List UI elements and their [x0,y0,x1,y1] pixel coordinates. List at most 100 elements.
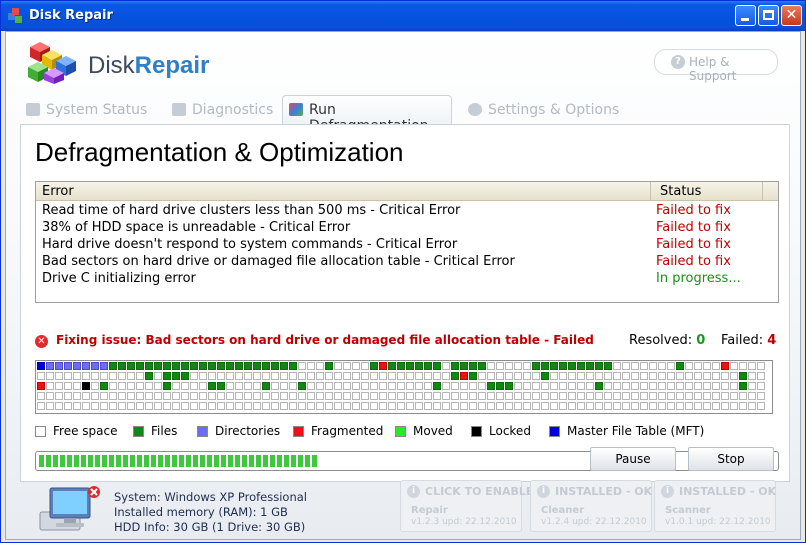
cluster-cell [271,372,279,380]
column-header-error[interactable]: Error [42,184,74,199]
cluster-cell [748,372,756,380]
tab-diagnostics[interactable]: Diagnostics [166,96,276,124]
cluster-cell [460,382,468,390]
error-table: Error Status Read time of hard drive clu… [35,181,779,303]
cluster-cell [379,392,387,400]
pause-button[interactable]: Pause [590,447,676,471]
cluster-cell [244,362,252,370]
table-row[interactable]: Hard drive doesn't respond to system com… [42,237,772,254]
cluster-cell [217,382,225,390]
brand-name: DiskRepair [88,52,209,80]
cluster-cell [559,362,567,370]
table-row[interactable]: 38% of HDD space is unreadable - Critica… [42,220,772,237]
module-repair[interactable]: i CLICK TO ENABLE Repair v1.2.3 upd: 22.1… [400,480,533,532]
cluster-cell [568,372,576,380]
fixing-status-line: ✕ Fixing issue: Bad sectors on hard driv… [35,333,779,351]
cluster-cell [334,402,342,410]
cluster-cell [532,372,540,380]
cluster-cell [271,402,279,410]
cluster-cell [640,362,648,370]
module-scanner[interactable]: i INSTALLED - OK Scanner v1.0.1 upd: 22.1… [654,480,776,532]
minimize-button[interactable] [735,5,756,26]
cluster-cell [604,372,612,380]
cluster-cell [532,402,540,410]
cluster-cell [307,402,315,410]
title-bar[interactable]: Disk Repair ✕ [1,1,805,31]
cluster-cell [757,392,765,400]
cluster-cell [541,362,549,370]
table-row[interactable]: Bad sectors on hard drive or damaged fil… [42,254,772,271]
error-text: Bad sectors on hard drive or damaged fil… [42,254,515,269]
tab-settings-options[interactable]: Settings & Options [462,96,622,124]
help-support-button[interactable]: ? Help & Support [654,49,778,83]
cluster-cell [109,402,117,410]
cluster-cell [478,372,486,380]
system-memory: Installed memory (RAM): 1 GB [114,505,288,519]
module-cleaner[interactable]: i INSTALLED - OK Cleaner v1.2.4 upd: 22.1… [530,480,652,532]
cluster-cell [325,362,333,370]
cluster-cell [253,362,261,370]
cluster-cell [532,382,540,390]
cluster-cell [46,362,54,370]
cluster-cell [739,372,747,380]
cluster-cell [406,402,414,410]
table-row[interactable]: Read time of hard drive clusters less th… [42,203,772,220]
cluster-cell [208,382,216,390]
maximize-button[interactable] [758,5,779,26]
cluster-cell [190,402,198,410]
cluster-cell [730,392,738,400]
cluster-cell [343,372,351,380]
cluster-cell [577,372,585,380]
cluster-cell [217,392,225,400]
brand-plain: Disk [88,52,135,79]
cluster-cell [667,402,675,410]
tab-system-status[interactable]: System Status [20,96,160,124]
cluster-cell [685,392,693,400]
cluster-cell [136,382,144,390]
cluster-cell [748,392,756,400]
cluster-cell [289,392,297,400]
cluster-cell [154,372,162,380]
cluster-cell [37,362,45,370]
cluster-cell [487,402,495,410]
page-title: Defragmentation & Optimization [35,137,404,167]
error-text: Drive C initializing error [42,271,196,286]
tab-run-defragmentation[interactable]: Run Defragmentation [282,95,452,134]
cluster-cell [460,372,468,380]
legend-swatch [395,426,406,437]
cluster-cell [199,402,207,410]
cluster-cell [289,402,297,410]
cluster-cell [208,362,216,370]
cluster-cell [595,372,603,380]
close-button[interactable]: ✕ [781,5,802,26]
cluster-cell [487,362,495,370]
cluster-cell [235,372,243,380]
column-header-status[interactable]: Status [660,184,701,199]
cluster-cell [64,362,72,370]
cluster-cell [577,362,585,370]
cluster-cell [370,402,378,410]
cluster-cell [514,392,522,400]
cluster-cell [451,392,459,400]
cluster-cell [397,362,405,370]
legend-label: Fragmented [311,424,384,438]
cluster-cell [667,362,675,370]
stop-button[interactable]: Stop [688,447,774,471]
cluster-cell [415,382,423,390]
cluster-cell [100,402,108,410]
cluster-cell [613,362,621,370]
table-row[interactable]: Drive C initializing error In progress..… [42,271,772,288]
legend-label: Directories [215,424,281,438]
cluster-cell [226,392,234,400]
cluster-cell [703,382,711,390]
cluster-cell [406,372,414,380]
system-info: System: Windows XP Professional Installe… [114,490,307,535]
cluster-cell [577,382,585,390]
cluster-cell [658,392,666,400]
cluster-cell [658,402,666,410]
cluster-cell [658,362,666,370]
cluster-cell [541,372,549,380]
cluster-cell [442,362,450,370]
cluster-cell [649,392,657,400]
legend-swatch [35,426,46,437]
